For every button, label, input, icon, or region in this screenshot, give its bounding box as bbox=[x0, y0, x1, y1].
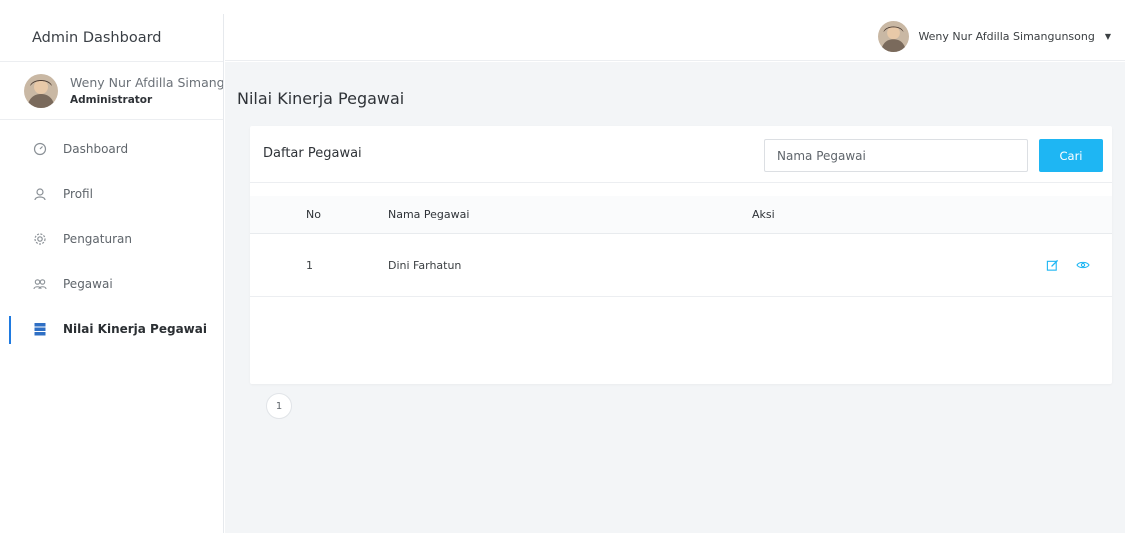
avatar bbox=[878, 21, 910, 52]
sidebar-item-label: Pegawai bbox=[63, 276, 113, 291]
page-title: Nilai Kinerja Pegawai bbox=[237, 89, 405, 108]
page-number-1[interactable]: 1 bbox=[266, 393, 292, 419]
search-button[interactable]: Cari bbox=[1039, 139, 1103, 172]
edit-icon[interactable] bbox=[1045, 258, 1059, 272]
sidebar-item-dashboard[interactable]: Dashboard bbox=[0, 126, 223, 171]
cell-no: 1 bbox=[306, 258, 313, 272]
column-header-aksi: Aksi bbox=[752, 208, 775, 221]
chevron-down-icon: ▼ bbox=[1104, 32, 1111, 41]
card-header: Daftar Pegawai Cari bbox=[250, 126, 1112, 183]
sidebar-item-pegawai[interactable]: Pegawai bbox=[0, 261, 223, 306]
table-row: 1 Dini Farhatun bbox=[250, 234, 1112, 297]
server-icon bbox=[33, 322, 47, 336]
avatar bbox=[24, 73, 58, 108]
sidebar-nav: Dashboard Profil Pengaturan Pegawai Nila… bbox=[0, 120, 223, 351]
employee-card: Daftar Pegawai Cari No Nama Pegawai Aksi… bbox=[250, 126, 1112, 419]
pagination: 1 bbox=[266, 393, 292, 419]
sidebar: Admin Dashboard Weny Nur Afdilla Simangu… bbox=[0, 14, 224, 533]
header-user-name: Weny Nur Afdilla Simangunsong bbox=[918, 30, 1095, 43]
gear-icon bbox=[33, 232, 47, 246]
search-input[interactable] bbox=[764, 139, 1028, 172]
eye-icon[interactable] bbox=[1076, 258, 1090, 272]
user-icon bbox=[33, 187, 47, 201]
sidebar-user-role: Administrator bbox=[70, 94, 153, 106]
column-header-no: No bbox=[306, 208, 321, 221]
top-strip bbox=[0, 0, 1125, 14]
brand-title: Admin Dashboard bbox=[0, 14, 223, 62]
column-header-nama: Nama Pegawai bbox=[388, 208, 470, 221]
user-menu[interactable]: Weny Nur Afdilla Simangunsong ▼ bbox=[878, 21, 1111, 52]
sidebar-item-nilai-kinerja-pegawai[interactable]: Nilai Kinerja Pegawai bbox=[0, 306, 223, 351]
sidebar-user-panel: Weny Nur Afdilla Simangunsong Administra… bbox=[0, 62, 223, 120]
cell-aksi bbox=[752, 234, 1112, 296]
employee-table: No Nama Pegawai Aksi 1 Dini Farhatun bbox=[250, 196, 1112, 297]
cell-nama: Dini Farhatun bbox=[388, 258, 462, 272]
sidebar-item-label: Nilai Kinerja Pegawai bbox=[63, 321, 207, 336]
sidebar-item-label: Dashboard bbox=[63, 141, 129, 156]
top-header: Weny Nur Afdilla Simangunsong ▼ bbox=[225, 14, 1125, 61]
users-icon bbox=[33, 277, 47, 291]
sidebar-item-label: Profil bbox=[63, 186, 93, 201]
sidebar-item-pengaturan[interactable]: Pengaturan bbox=[0, 216, 223, 261]
sidebar-user-name: Weny Nur Afdilla Simangunsong bbox=[70, 75, 223, 90]
card-title: Daftar Pegawai bbox=[263, 146, 362, 161]
sidebar-item-profil[interactable]: Profil bbox=[0, 171, 223, 216]
dashboard-icon bbox=[33, 142, 47, 156]
main-content: Nilai Kinerja Pegawai Daftar Pegawai Car… bbox=[225, 62, 1125, 533]
sidebar-item-label: Pengaturan bbox=[63, 231, 132, 246]
table-header: No Nama Pegawai Aksi bbox=[250, 196, 1112, 234]
row-actions bbox=[1028, 258, 1090, 272]
